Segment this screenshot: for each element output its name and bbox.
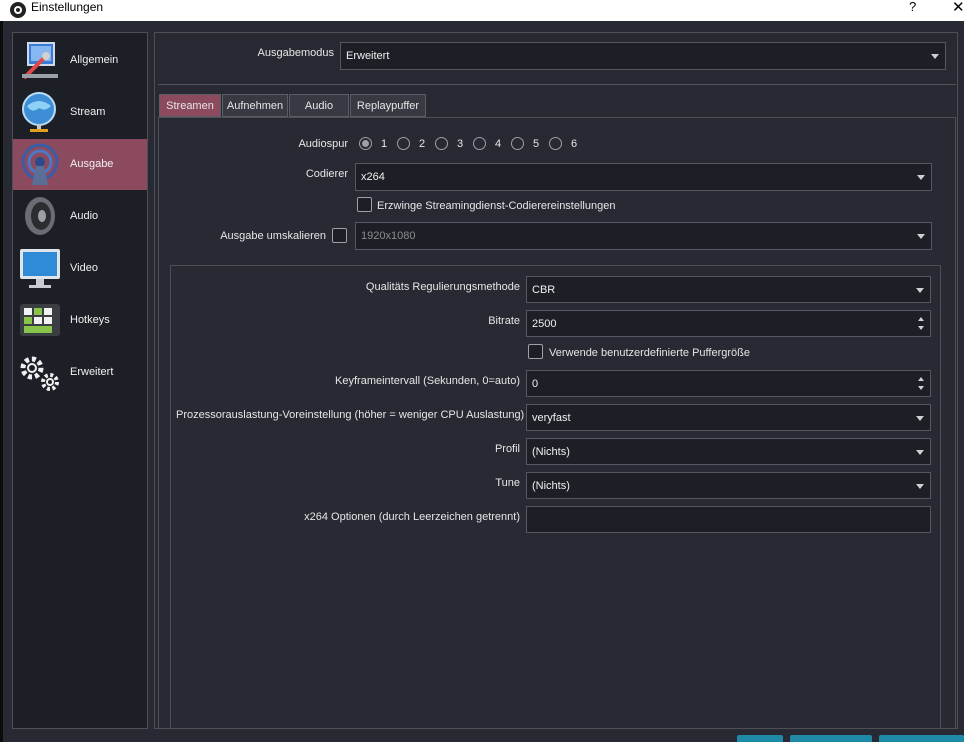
- audio-track-radio-1[interactable]: [359, 137, 372, 150]
- window-edge: [0, 21, 3, 742]
- rescale-resolution-select[interactable]: 1920x1080: [355, 222, 932, 250]
- chevron-down-icon: [931, 54, 939, 59]
- custom-buffer-checkbox[interactable]: [528, 344, 543, 359]
- stream-globe-icon: [22, 92, 56, 132]
- audio-track-radio-2[interactable]: [397, 137, 410, 150]
- chevron-down-icon: [917, 234, 925, 239]
- profile-select[interactable]: (Nichts): [526, 438, 931, 465]
- audio-track-label: Audiospur: [298, 138, 348, 150]
- audio-track-radio-4[interactable]: [473, 137, 486, 150]
- window-title: Einstellungen: [31, 0, 104, 14]
- sidebar-item-label: Hotkeys: [70, 314, 110, 326]
- keyframe-input[interactable]: 0: [526, 370, 931, 397]
- chevron-down-icon: [916, 288, 924, 293]
- help-button[interactable]: ?: [909, 0, 916, 14]
- output-mode-select[interactable]: Erweitert: [340, 42, 946, 70]
- profile-label: Profil: [494, 443, 520, 455]
- tune-label: Tune: [495, 477, 520, 489]
- audio-track-option-label: 1: [381, 138, 388, 150]
- rescale-checkbox[interactable]: [332, 228, 347, 243]
- divider: [158, 84, 956, 85]
- audio-track-option-label: 2: [419, 138, 426, 150]
- chevron-down-icon: [916, 450, 924, 455]
- audio-track-radio-3[interactable]: [435, 137, 448, 150]
- general-icon: [22, 42, 58, 80]
- tune-select[interactable]: (Nichts): [526, 472, 931, 499]
- sidebar-item-label: Allgemein: [70, 54, 119, 66]
- rescale-label: Ausgabe umskalieren: [220, 230, 326, 242]
- sidebar-item-stream[interactable]: Stream: [13, 87, 147, 138]
- sidebar-item-hotkeys[interactable]: Hotkeys: [13, 295, 147, 346]
- sidebar-item-allgemein[interactable]: Allgemein: [13, 35, 147, 86]
- x264-options-label: x264 Optionen (durch Leerzeichen getrenn…: [304, 511, 520, 523]
- audio-track-option-label: 5: [533, 138, 540, 150]
- cpu-preset-value: veryfast: [532, 412, 571, 424]
- chevron-down-icon: [916, 416, 924, 421]
- audio-track-radio-6[interactable]: [549, 137, 562, 150]
- bitrate-label: Bitrate: [488, 315, 520, 327]
- profile-value: (Nichts): [532, 446, 570, 458]
- custom-buffer-label: Verwende benutzerdefinierte Puffergröße: [549, 347, 750, 359]
- speaker-icon: [25, 197, 55, 235]
- obs-app-icon: [10, 2, 26, 18]
- tab-audio[interactable]: Audio: [289, 94, 349, 117]
- monitor-icon: [20, 249, 60, 288]
- sidebar-item-label: Erweitert: [70, 366, 114, 378]
- enforce-encoder-checkbox[interactable]: [357, 197, 372, 212]
- sidebar-item-ausgabe[interactable]: Ausgabe: [13, 139, 147, 190]
- encoder-label: Codierer: [305, 168, 348, 180]
- x264-options-input[interactable]: [526, 506, 931, 533]
- spin-down-icon[interactable]: [918, 386, 924, 390]
- audio-track-option-label: 6: [571, 138, 578, 150]
- title-bar: Einstellungen ? ✕: [0, 0, 964, 21]
- sidebar-item-audio[interactable]: Audio: [13, 191, 147, 242]
- bitrate-input[interactable]: 2500: [526, 310, 931, 337]
- output-mode-value: Erweitert: [346, 50, 390, 62]
- tab-replaypuffer[interactable]: Replaypuffer: [350, 94, 426, 117]
- sidebar-item-video[interactable]: Video: [13, 243, 147, 294]
- output-broadcast-icon: [21, 143, 59, 185]
- keyframe-value: 0: [532, 378, 539, 390]
- cancel-button[interactable]: [790, 735, 872, 742]
- ok-button[interactable]: [737, 735, 783, 742]
- audio-track-option-label: 4: [495, 138, 502, 150]
- sidebar-item-label: Audio: [70, 210, 99, 222]
- cpu-preset-select[interactable]: veryfast: [526, 404, 931, 431]
- encoder-select[interactable]: x264: [355, 163, 932, 191]
- spin-up-icon[interactable]: [918, 377, 924, 381]
- sidebar-item-erweitert[interactable]: Erweitert: [13, 347, 147, 398]
- sidebar-item-label: Ausgabe: [70, 158, 114, 170]
- audio-track-radio-5[interactable]: [511, 137, 524, 150]
- chevron-down-icon: [916, 484, 924, 489]
- cpu-preset-label: Prozessorauslastung-Voreinstellung (höhe…: [176, 409, 525, 421]
- encoder-value: x264: [361, 171, 385, 183]
- keyboard-icon: [20, 304, 60, 336]
- sidebar-item-label: Stream: [70, 106, 106, 118]
- chevron-down-icon: [917, 175, 925, 180]
- close-button[interactable]: ✕: [952, 0, 964, 16]
- keyframe-label: Keyframeintervall (Sekunden, 0=auto): [335, 375, 520, 387]
- rate-control-label: Qualitäts Regulierungsmethode: [365, 281, 520, 293]
- apply-button[interactable]: [879, 735, 964, 742]
- gears-icon: [20, 356, 59, 391]
- sidebar-item-label: Video: [70, 262, 98, 274]
- rescale-resolution-value: 1920x1080: [361, 230, 416, 242]
- rate-control-select[interactable]: CBR: [526, 276, 931, 303]
- audio-track-option-label: 3: [457, 138, 464, 150]
- spin-down-icon[interactable]: [918, 326, 924, 330]
- spin-up-icon[interactable]: [918, 317, 924, 321]
- tab-streamen[interactable]: Streamen: [159, 94, 221, 117]
- settings-sidebar: Allgemein Stream Ausgabe Audio Video Hot…: [12, 32, 148, 729]
- rate-control-value: CBR: [532, 284, 556, 296]
- enforce-encoder-label: Erzwinge Streamingdienst-Codierereinstel…: [377, 200, 616, 212]
- bitrate-value: 2500: [532, 318, 557, 330]
- tune-value: (Nichts): [532, 480, 570, 492]
- tab-aufnehmen[interactable]: Aufnehmen: [222, 94, 288, 117]
- output-mode-label: Ausgabemodus: [257, 47, 334, 59]
